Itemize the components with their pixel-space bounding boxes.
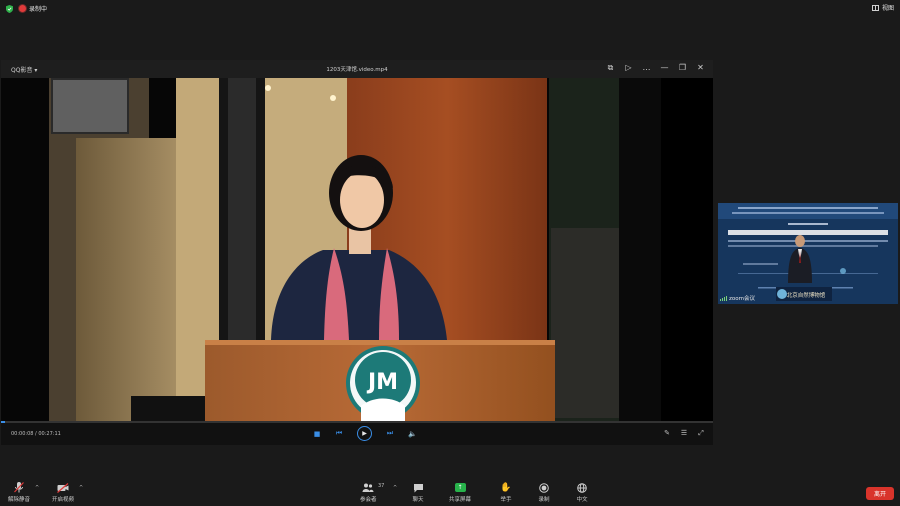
participants-options-icon[interactable]: ^ (393, 485, 397, 491)
thumbnail-banner-text: 北京自然博物馆 (787, 291, 826, 299)
raise-hand-icon: ✋ (500, 482, 512, 493)
share-screen-icon: ↑ (454, 483, 466, 492)
play-pause-button[interactable]: ▶ (357, 426, 372, 441)
player-title-bar[interactable]: 1203天津馆.video.mp4 QQ影音 ▾ ⧉ ▷ … — ❐ ✕ (1, 60, 713, 78)
audio-options-icon[interactable]: ^ (35, 485, 39, 491)
mic-muted-icon (13, 482, 25, 493)
previous-icon[interactable]: ⏮ (335, 429, 343, 438)
player-app-name: QQ影音 (11, 67, 33, 74)
fullscreen-icon[interactable]: ⤢ (697, 429, 705, 438)
video-options-icon[interactable]: ^ (79, 485, 83, 491)
time-display: 00:00:08 / 00:27:11 (11, 431, 61, 437)
view-label: 视图 (881, 5, 894, 12)
participant-thumbnail[interactable]: 北京自然博物馆 zoom会议 (718, 203, 898, 304)
start-video-button[interactable]: 开启视频 (52, 482, 74, 503)
start-video-label: 开启视频 (52, 497, 75, 503)
volume-icon[interactable]: 🔈 (408, 430, 417, 438)
top-status-bar: 录制中 视图 (0, 0, 900, 18)
podium-logo-text: JM (366, 370, 398, 395)
minimize-icon[interactable]: — (660, 63, 669, 73)
participants-label: 参会者 (360, 497, 377, 503)
share-screen-button[interactable]: ↑ 共享屏幕 (449, 482, 471, 503)
time-total: 00:27:11 (38, 431, 61, 437)
language-button[interactable]: 中文 (576, 482, 588, 503)
language-label: 中文 (576, 497, 588, 503)
video-player-window: 1203天津馆.video.mp4 QQ影音 ▾ ⧉ ▷ … — ❐ ✕ JM … (1, 60, 713, 445)
zoom-meeting-window: 录制中 视图 1203天津馆.video.mp4 QQ影音 ▾ ⧉ ▷ … — … (0, 0, 900, 506)
restore-icon[interactable]: ❐ (678, 63, 687, 73)
raise-hand-button[interactable]: ✋ 举手 (500, 482, 512, 504)
participants-icon (362, 482, 374, 493)
player-controls: 00:00:08 / 00:27:11 ■ ⏮ ▶ ⏭ 🔈 ✎ ☰ ⤢ (1, 423, 713, 445)
shield-icon[interactable] (6, 5, 13, 13)
playback-controls: ■ ⏮ ▶ ⏭ 🔈 (313, 426, 417, 441)
record-icon (538, 482, 550, 493)
chat-label: 聊天 (412, 497, 424, 503)
playlist-icon[interactable]: ☰ (680, 429, 688, 438)
record-button[interactable]: 录制 (538, 482, 550, 503)
globe-icon (576, 482, 588, 493)
unmute-button[interactable]: 解除静音 (8, 482, 30, 503)
thumbnail-label-text: zoom会议 (729, 296, 755, 302)
player-window-controls: ⧉ ▷ … — ❐ ✕ (606, 63, 705, 73)
thumbnail-scene: 北京自然博物馆 (718, 203, 898, 304)
time-current: 00:00:08 (11, 431, 34, 437)
chat-icon (412, 482, 424, 493)
more-icon[interactable]: … (642, 63, 651, 73)
player-extra-controls: ✎ ☰ ⤢ (663, 429, 705, 438)
share-screen-label: 共享屏幕 (449, 497, 472, 503)
stop-icon[interactable]: ■ (313, 430, 321, 438)
participants-button[interactable]: 参会者 (360, 482, 377, 503)
grid-view-icon (871, 4, 879, 11)
edit-icon[interactable]: ✎ (663, 429, 671, 438)
leave-button[interactable]: 离开 (866, 487, 894, 500)
view-button[interactable]: 视图 (871, 3, 894, 12)
player-app-menu[interactable]: QQ影音 ▾ (11, 65, 37, 74)
recording-icon (19, 5, 26, 12)
close-icon[interactable]: ✕ (696, 63, 705, 73)
unmute-label: 解除静音 (8, 497, 31, 503)
pin-icon[interactable]: ▷ (624, 63, 633, 73)
next-icon[interactable]: ⏭ (386, 429, 394, 438)
meeting-toolbar: 解除静音 ^ 开启视频 ^ 参会者 37 ^ 聊天 ↑ 共享屏幕 ✋ 举手 录制… (0, 480, 900, 506)
record-label: 录制 (538, 497, 550, 503)
video-off-icon (57, 482, 69, 493)
screenshot-icon[interactable]: ⧉ (606, 63, 615, 73)
participants-count: 37 (378, 483, 385, 489)
share-screen-icon-wrap: ↑ (454, 482, 466, 493)
video-frame[interactable]: JM (1, 78, 713, 421)
signal-icon (720, 295, 727, 301)
thumbnail-label: zoom会议 (720, 294, 755, 302)
recording-label: 录制中 (29, 6, 48, 13)
raise-hand-label: 举手 (500, 497, 512, 503)
chat-button[interactable]: 聊天 (412, 482, 424, 503)
video-scene: JM (1, 78, 713, 421)
